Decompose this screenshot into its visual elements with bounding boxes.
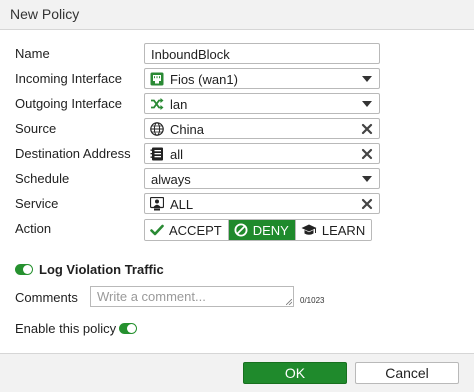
incoming-interface-value: Fios (wan1) (170, 72, 238, 87)
clear-icon[interactable] (361, 148, 373, 160)
wan-port-icon (150, 72, 164, 86)
clear-icon[interactable] (361, 123, 373, 135)
dialog-footer: OK Cancel (0, 353, 474, 392)
schedule-select[interactable]: always (144, 168, 380, 189)
address-book-icon (150, 147, 163, 161)
comments-label: Comments (15, 290, 78, 305)
name-field[interactable]: InboundBlock (144, 43, 380, 64)
destination-address-label: Destination Address (15, 146, 131, 161)
resize-grip-icon[interactable] (286, 299, 292, 305)
action-deny-button[interactable]: DENY (228, 220, 296, 240)
service-icon (150, 197, 164, 211)
comments-input[interactable] (91, 287, 293, 306)
action-label: Action (15, 221, 52, 236)
source-label: Source (15, 121, 57, 136)
destination-address-field[interactable]: all (144, 143, 380, 164)
chevron-down-icon[interactable] (362, 176, 372, 182)
action-deny-label: DENY (252, 222, 289, 238)
cancel-button[interactable]: Cancel (355, 362, 459, 384)
action-learn-label: LEARN (321, 222, 366, 238)
source-value: China (170, 122, 204, 137)
chevron-down-icon[interactable] (362, 101, 372, 107)
dialog-titlebar: New Policy (0, 0, 474, 30)
check-icon (150, 224, 164, 236)
clear-icon[interactable] (361, 198, 373, 210)
enable-policy-label: Enable this policy (15, 321, 117, 336)
outgoing-interface-select[interactable]: lan (144, 93, 380, 114)
outgoing-interface-label: Outgoing Interface (15, 96, 122, 111)
source-field[interactable]: China (144, 118, 380, 139)
action-accept-button[interactable]: ACCEPT (145, 220, 229, 240)
service-label: Service (15, 196, 59, 211)
name-label: Name (15, 46, 50, 61)
incoming-interface-select[interactable]: Fios (wan1) (144, 68, 380, 89)
service-value: ALL (170, 197, 194, 212)
log-violation-toggle[interactable] (15, 264, 33, 275)
deny-icon (234, 223, 248, 237)
chevron-down-icon[interactable] (362, 76, 372, 82)
comments-textarea[interactable] (90, 286, 294, 307)
graduation-cap-icon (301, 224, 317, 235)
dialog-title: New Policy (10, 6, 80, 22)
destination-address-value: all (170, 147, 184, 162)
log-violation-label: Log Violation Traffic (39, 262, 164, 277)
shuffle-icon (151, 98, 164, 110)
schedule-value: always (151, 172, 191, 187)
incoming-interface-label: Incoming Interface (15, 71, 122, 86)
name-value: InboundBlock (151, 47, 230, 62)
action-accept-label: ACCEPT (169, 222, 222, 238)
action-learn-button[interactable]: LEARN (295, 220, 372, 240)
schedule-label: Schedule (15, 171, 70, 186)
ok-button[interactable]: OK (243, 362, 347, 384)
outgoing-interface-value: lan (170, 97, 188, 112)
globe-icon (150, 122, 164, 136)
action-button-group: ACCEPT DENY LEARN (144, 219, 373, 241)
comments-counter: 0/1023 (300, 296, 325, 305)
service-field[interactable]: ALL (144, 193, 380, 214)
enable-policy-toggle[interactable] (119, 323, 137, 334)
